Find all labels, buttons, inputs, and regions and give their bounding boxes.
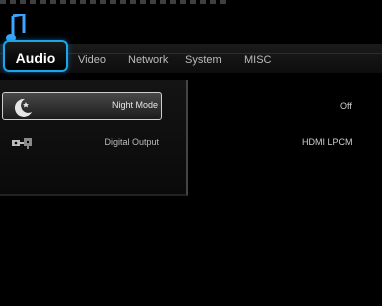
setting-row-digital-output[interactable]: Digital Output: [2, 132, 162, 154]
top-strip: [0, 0, 382, 12]
setting-row-night-mode[interactable]: Night Mode: [2, 92, 162, 120]
tab-system[interactable]: System: [185, 54, 222, 66]
setting-label-night-mode: Night Mode: [111, 100, 158, 110]
night-mode-moon-icon: [14, 98, 32, 117]
tab-audio-label: Audio: [15, 49, 56, 66]
setting-value-night-mode: Off: [340, 101, 352, 111]
digital-output-connector-icon: [12, 138, 32, 149]
status-dots: [0, 0, 230, 4]
tab-misc[interactable]: MISC: [244, 54, 272, 66]
top-fade: [222, 0, 382, 12]
tab-video[interactable]: Video: [78, 54, 106, 66]
tab-network[interactable]: Network: [128, 54, 168, 66]
tab-audio[interactable]: Audio: [3, 40, 68, 72]
setting-label-digital-output: Digital Output: [104, 137, 159, 147]
setting-value-digital-output: HDMI LPCM: [302, 137, 353, 147]
